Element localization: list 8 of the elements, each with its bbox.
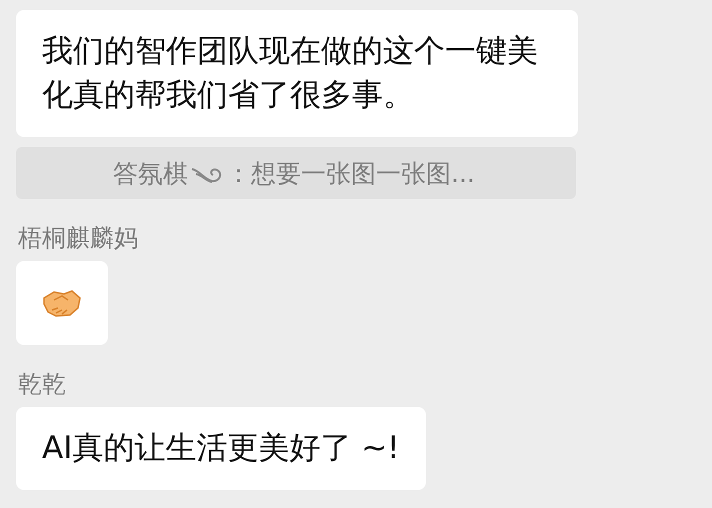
sender-name: 梧桐麒麟妈 xyxy=(18,223,138,253)
quoted-sender: 答氛棋 xyxy=(113,158,188,190)
sender-name: 乾乾 xyxy=(18,369,66,399)
quoted-text: ：想要一张图一张图... xyxy=(226,158,475,190)
quoted-message[interactable]: 答氛棋 ：想要一张图一张图... xyxy=(16,147,576,199)
handshake-icon xyxy=(42,288,82,318)
message-bubble: 我们的智作团队现在做的这个一键美化真的帮我们省了很多事。 xyxy=(16,10,578,137)
message-bubble: AI真的让生活更美好了 ~! xyxy=(16,407,426,490)
